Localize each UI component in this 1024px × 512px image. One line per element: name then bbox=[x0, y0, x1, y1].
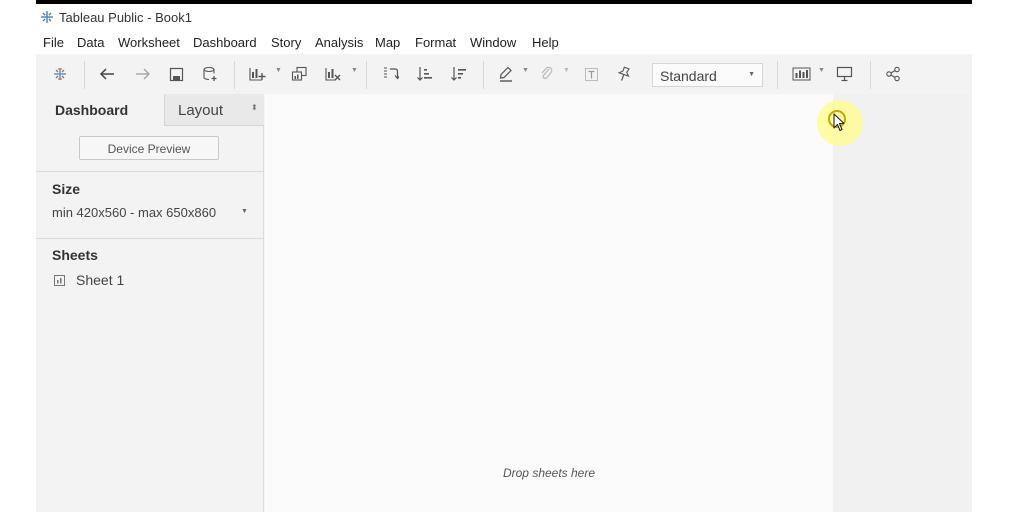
section-divider bbox=[36, 238, 264, 239]
toolbar-separator bbox=[84, 61, 85, 89]
labels-icon[interactable] bbox=[581, 64, 601, 84]
sort-descending-icon[interactable] bbox=[447, 64, 469, 84]
undo-icon[interactable] bbox=[96, 64, 118, 84]
worksheet-icon bbox=[54, 275, 65, 286]
group-caret-icon[interactable]: ▼ bbox=[563, 67, 570, 74]
toolbar-separator bbox=[366, 61, 367, 89]
swap-icon[interactable] bbox=[379, 64, 401, 84]
tab-dashboard-label: Dashboard bbox=[55, 102, 129, 118]
device-preview-label: Device Preview bbox=[107, 142, 191, 156]
menu-format[interactable]: Format bbox=[415, 35, 456, 50]
tab-layout[interactable]: Layout ⬍ bbox=[164, 94, 264, 126]
fit-select[interactable]: Standard ▼ bbox=[652, 63, 763, 87]
duplicate-icon[interactable] bbox=[288, 64, 310, 84]
window-title: Tableau Public - Book1 bbox=[59, 10, 192, 25]
dashboard-canvas[interactable]: Drop sheets here bbox=[265, 94, 833, 512]
drop-sheets-hint: Drop sheets here bbox=[502, 466, 596, 480]
new-worksheet-icon[interactable] bbox=[246, 64, 268, 84]
menu-data[interactable]: Data bbox=[77, 35, 104, 50]
show-me-icon[interactable] bbox=[790, 64, 812, 84]
highlight-caret-icon[interactable]: ▼ bbox=[522, 67, 529, 74]
size-dropdown[interactable]: min 420x560 - max 650x860 bbox=[52, 205, 216, 220]
mouse-cursor-icon bbox=[833, 113, 845, 132]
save-icon[interactable] bbox=[166, 64, 186, 84]
tab-layout-label: Layout bbox=[178, 102, 224, 119]
sheets-section-title: Sheets bbox=[52, 247, 98, 263]
menu-window[interactable]: Window bbox=[470, 35, 516, 50]
size-section-title: Size bbox=[52, 181, 81, 197]
menu-analysis[interactable]: Analysis bbox=[315, 35, 363, 50]
chevron-down-icon[interactable]: ▼ bbox=[241, 208, 248, 215]
toolbar-separator bbox=[483, 61, 484, 89]
title-bar: Tableau Public - Book1 bbox=[36, 4, 972, 30]
menu-dashboard[interactable]: Dashboard bbox=[193, 35, 257, 50]
tableau-logo-icon bbox=[41, 11, 53, 23]
menu-help[interactable]: Help bbox=[532, 35, 559, 50]
presentation-icon[interactable] bbox=[833, 64, 855, 84]
menu-file[interactable]: File bbox=[43, 35, 64, 50]
pin-icon[interactable] bbox=[614, 64, 634, 84]
chevron-down-icon: ▼ bbox=[748, 71, 755, 78]
toolbar: ▼ ▼ ▼ ▼ Standard ▼ ▼ bbox=[36, 54, 972, 94]
menu-worksheet[interactable]: Worksheet bbox=[118, 35, 180, 50]
tab-dashboard[interactable]: Dashboard bbox=[36, 94, 164, 126]
redo-icon[interactable] bbox=[132, 64, 154, 84]
share-icon[interactable] bbox=[882, 64, 904, 84]
menu-bar: File Data Worksheet Dashboard Story Anal… bbox=[36, 30, 972, 54]
toolbar-separator bbox=[870, 61, 871, 89]
new-worksheet-caret-icon[interactable]: ▼ bbox=[275, 67, 282, 74]
menu-story[interactable]: Story bbox=[271, 35, 301, 50]
tableau-logo-icon[interactable] bbox=[50, 64, 70, 84]
clear-sheet-caret-icon[interactable]: ▼ bbox=[351, 67, 358, 74]
section-divider bbox=[36, 171, 264, 172]
show-me-caret-icon[interactable]: ▼ bbox=[818, 67, 825, 74]
clear-sheet-icon[interactable] bbox=[322, 64, 344, 84]
new-data-source-icon[interactable] bbox=[200, 64, 220, 84]
canvas-gutter bbox=[833, 94, 972, 512]
fit-select-value: Standard bbox=[660, 68, 717, 84]
sort-ascending-icon[interactable] bbox=[413, 64, 435, 84]
sheet-list-item[interactable]: Sheet 1 bbox=[52, 272, 202, 290]
tableau-window: Tableau Public - Book1 File Data Workshe… bbox=[36, 4, 972, 512]
toolbar-separator bbox=[777, 61, 778, 89]
dashboard-side-panel: Dashboard Layout ⬍ Device Preview Size m… bbox=[36, 94, 264, 512]
toolbar-separator bbox=[234, 61, 235, 89]
device-preview-button[interactable]: Device Preview bbox=[79, 136, 219, 160]
tab-menu-icon[interactable]: ⬍ bbox=[251, 103, 258, 112]
highlight-icon[interactable] bbox=[496, 64, 516, 84]
sheet-list-item-label: Sheet 1 bbox=[76, 272, 125, 288]
menu-map[interactable]: Map bbox=[375, 35, 400, 50]
group-icon[interactable] bbox=[536, 64, 556, 84]
